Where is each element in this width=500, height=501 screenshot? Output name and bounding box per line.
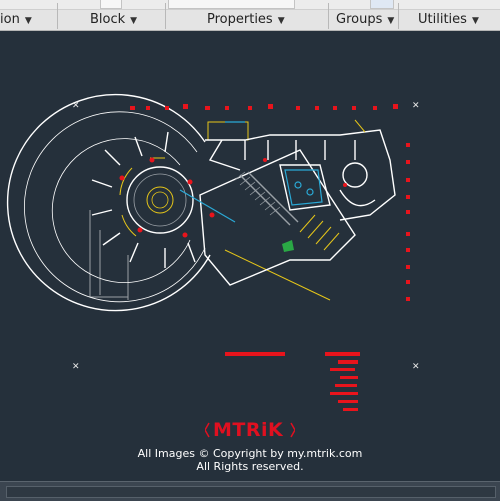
diagonal-wing <box>199 129 396 286</box>
ribbon-separator <box>165 3 166 29</box>
scrollbar-track[interactable] <box>6 486 496 498</box>
circular-wing <box>6 93 211 312</box>
panel-groups[interactable]: Groups ▼ <box>336 10 394 29</box>
corridor-lines <box>89 210 129 300</box>
ribbon-toolbar: ion ▼ Block ▼ Properties ▼ Groups ▼ Utilitie… <box>0 0 500 31</box>
chevron-down-icon: ▼ <box>387 16 395 26</box>
chevron-down-icon: ▼ <box>130 16 138 26</box>
ribbon-mini-button[interactable] <box>100 0 122 9</box>
x-marker: ✕ <box>72 101 80 111</box>
ribbon-separator <box>57 3 58 29</box>
parking-bays <box>299 119 366 251</box>
panel-utilities[interactable]: Utilities ▼ <box>418 10 479 29</box>
yellow-partitions <box>119 121 331 301</box>
panel-block[interactable]: Block ▼ <box>90 10 137 29</box>
ribbon-separator <box>328 3 329 29</box>
mtrik-logo: MTRiK <box>213 419 284 441</box>
green-area <box>282 240 294 252</box>
x-marker: ✕ <box>412 101 420 111</box>
x-marker: ✕ <box>72 362 80 372</box>
ribbon-dropdown[interactable] <box>168 0 295 9</box>
panel-section[interactable]: ion ▼ <box>0 10 32 29</box>
ribbon-mini-button[interactable] <box>370 0 394 9</box>
chevron-down-icon: ▼ <box>277 16 285 26</box>
horizontal-scrollbar[interactable] <box>0 481 500 501</box>
ribbon-separator <box>398 3 399 29</box>
panel-properties[interactable]: Properties ▼ <box>207 10 285 29</box>
rights-line: All Rights reserved. <box>196 460 304 473</box>
chevron-down-icon: ▼ <box>24 16 32 26</box>
chevron-down-icon: ▼ <box>471 16 479 26</box>
copyright-line: All Images © Copyright by my.mtrik.com <box>137 447 363 460</box>
x-marker: ✕ <box>412 362 420 372</box>
